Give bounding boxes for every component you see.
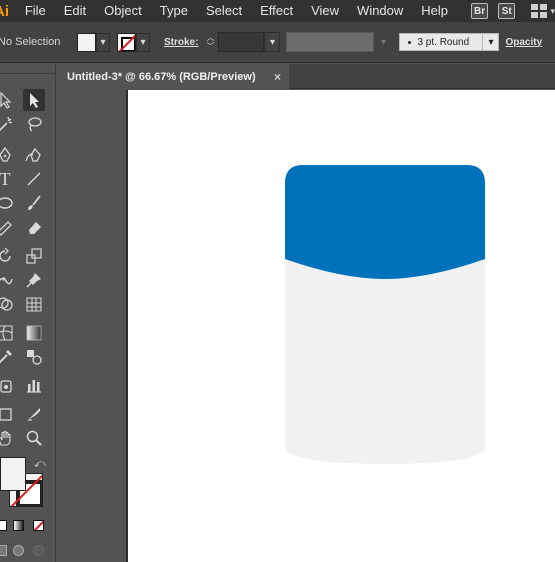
menu-window[interactable]: Window xyxy=(348,0,412,22)
menu-edit[interactable]: Edit xyxy=(55,0,95,22)
menu-select[interactable]: Select xyxy=(197,0,251,22)
brush-definition-label: 3 pt. Round xyxy=(417,36,470,48)
chevron-up-icon[interactable]: ︿ xyxy=(206,33,214,42)
artboard[interactable] xyxy=(128,90,555,562)
ellipse-tool-icon[interactable] xyxy=(0,192,16,214)
fill-color-swatch[interactable] xyxy=(77,32,96,52)
mesh-tool-icon[interactable] xyxy=(0,322,16,344)
hand-tool-icon[interactable] xyxy=(0,427,16,449)
brush-dropdown-chevron-icon[interactable]: ▾ xyxy=(483,33,500,51)
stroke-weight-stepper[interactable]: ︿ ﹀ xyxy=(204,31,216,53)
eyedropper-tool-icon[interactable] xyxy=(0,346,16,368)
line-segment-tool-icon[interactable] xyxy=(23,168,45,190)
jar-lid-shape[interactable] xyxy=(285,165,485,279)
scale-tool-icon[interactable] xyxy=(23,245,45,267)
symbol-sprayer-tool-icon[interactable] xyxy=(0,374,16,396)
fill-white-swatch[interactable] xyxy=(0,457,26,491)
profile-dropdown-chevron-icon[interactable]: ▾ xyxy=(374,32,392,52)
menu-file[interactable]: File xyxy=(15,0,55,22)
selection-status: No Selection xyxy=(0,36,61,48)
fill-dropdown-chevron-icon[interactable]: ▾ xyxy=(96,32,110,52)
stroke-weight-field[interactable] xyxy=(218,32,265,52)
gradient-mode-swatch[interactable] xyxy=(13,520,24,531)
brush-dot-icon xyxy=(408,40,412,44)
document-tab[interactable]: Untitled-3* @ 66.67% (RGB/Preview) × xyxy=(57,64,289,89)
variable-width-profile-field[interactable] xyxy=(286,32,375,52)
none-mode-swatch[interactable] xyxy=(33,520,44,531)
lasso-tool-icon[interactable] xyxy=(23,113,45,135)
draw-inside-icon[interactable] xyxy=(33,545,44,556)
artboard-tool-icon[interactable] xyxy=(0,403,16,425)
tools-panel: T ⤺ xyxy=(0,64,56,562)
perspective-grid-tool-icon[interactable] xyxy=(23,293,45,315)
artwork xyxy=(285,165,485,464)
gradient-tool-icon[interactable] xyxy=(23,322,45,344)
stock-button[interactable]: St xyxy=(498,3,516,19)
stroke-dropdown-chevron-icon[interactable]: ▾ xyxy=(136,32,150,52)
pen-tool-icon[interactable] xyxy=(0,144,16,166)
curvature-tool-icon[interactable] xyxy=(23,144,45,166)
menu-type[interactable]: Type xyxy=(151,0,197,22)
menu-object[interactable]: Object xyxy=(95,0,151,22)
stroke-label[interactable]: Stroke: xyxy=(164,37,198,48)
jar-body-shape[interactable] xyxy=(285,258,485,464)
swap-fill-stroke-icon[interactable]: ⤺ xyxy=(34,458,46,471)
control-bar: No Selection ▾ ▾ Stroke: ︿ ﹀ ▾ ▾ 3 pt. R… xyxy=(0,22,555,63)
rotate-tool-icon[interactable] xyxy=(0,245,16,267)
type-tool-icon[interactable]: T xyxy=(0,168,16,190)
magic-wand-tool-icon[interactable] xyxy=(0,113,16,135)
draw-normal-icon[interactable] xyxy=(0,545,7,556)
tools-panel-header[interactable] xyxy=(0,64,55,74)
chevron-down-icon[interactable]: ▾ xyxy=(550,6,555,17)
paintbrush-tool-icon[interactable] xyxy=(23,192,45,214)
brush-definition-field[interactable]: 3 pt. Round xyxy=(399,33,484,51)
shaper-tool-icon[interactable] xyxy=(0,216,16,238)
color-mode-swatch[interactable] xyxy=(0,520,7,531)
blend-tool-icon[interactable] xyxy=(23,346,45,368)
column-graph-tool-icon[interactable] xyxy=(23,374,45,396)
opacity-label[interactable]: Opacity xyxy=(505,37,542,48)
selection-tool-icon[interactable] xyxy=(0,89,16,111)
slice-tool-icon[interactable] xyxy=(23,403,45,425)
chevron-down-icon[interactable]: ﹀ xyxy=(206,42,214,51)
menu-bar: Ai File Edit Object Type Select Effect V… xyxy=(0,0,555,22)
menu-view[interactable]: View xyxy=(302,0,348,22)
stroke-weight-dropdown-chevron-icon[interactable]: ▾ xyxy=(264,32,281,52)
workspace-layout-icon[interactable] xyxy=(531,4,548,18)
puppet-warp-tool-icon[interactable] xyxy=(0,269,16,291)
direct-selection-tool-icon[interactable] xyxy=(23,89,45,111)
draw-behind-icon[interactable] xyxy=(13,545,24,556)
zoom-tool-icon[interactable] xyxy=(23,427,45,449)
shape-builder-tool-icon[interactable] xyxy=(0,293,16,315)
stroke-color-swatch[interactable] xyxy=(117,32,136,52)
menu-help[interactable]: Help xyxy=(412,0,457,22)
menu-effect[interactable]: Effect xyxy=(251,0,302,22)
bridge-button[interactable]: Br xyxy=(471,3,489,19)
document-tab-title: Untitled-3* @ 66.67% (RGB/Preview) xyxy=(67,70,256,83)
close-icon[interactable]: × xyxy=(274,70,281,84)
app-logo: Ai xyxy=(0,2,9,20)
pin-tool-icon[interactable] xyxy=(23,269,45,291)
eraser-tool-icon[interactable] xyxy=(23,216,45,238)
document-tab-bar: Untitled-3* @ 66.67% (RGB/Preview) × xyxy=(57,64,555,89)
